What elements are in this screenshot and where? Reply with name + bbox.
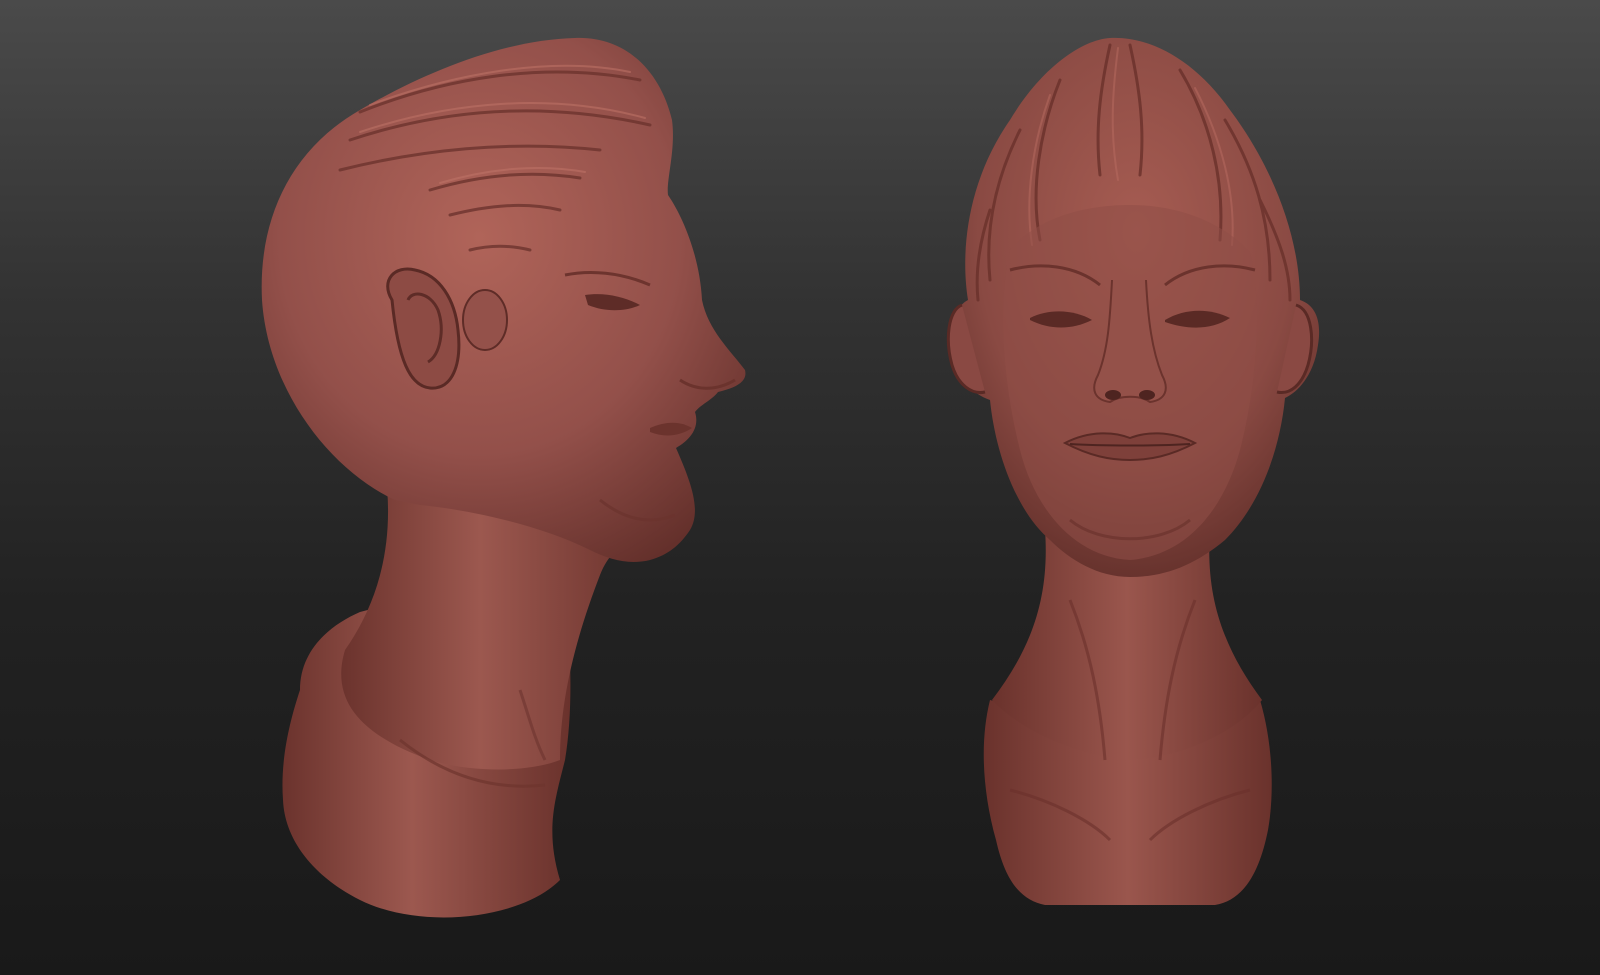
- bust-profile-head: [261, 37, 746, 562]
- bust-profile-hair-curl: [462, 289, 508, 351]
- bust-front[interactable]: [946, 37, 1320, 905]
- bust-profile[interactable]: [261, 37, 746, 918]
- sculpt-viewport[interactable]: [0, 0, 1600, 975]
- viewport-canvas: [261, 37, 1320, 918]
